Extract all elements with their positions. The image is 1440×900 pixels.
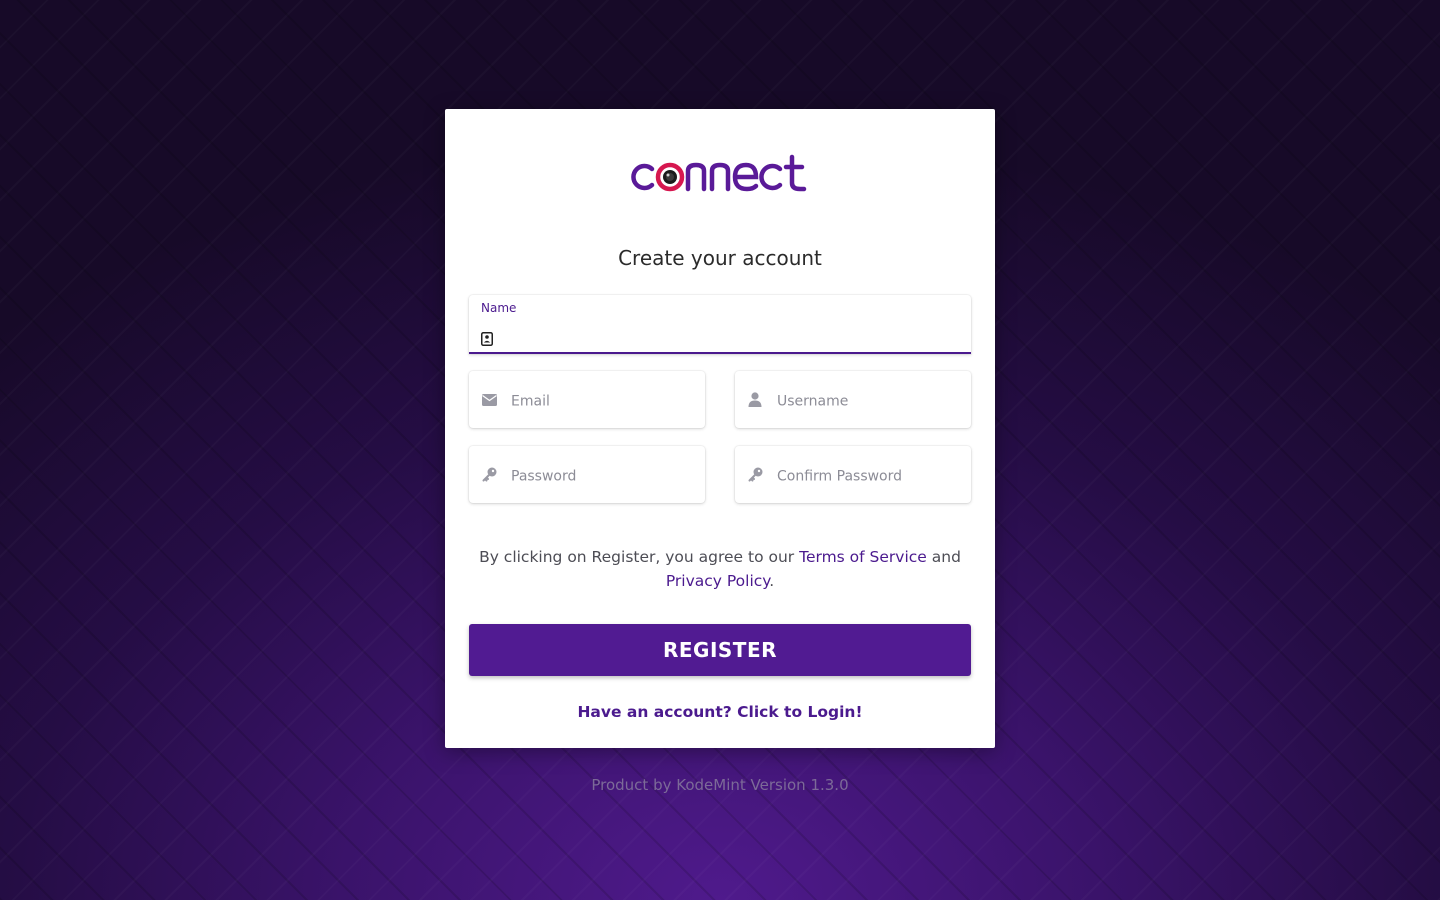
confirm-password-field[interactable]: Confirm Password xyxy=(735,446,971,503)
key-icon xyxy=(481,467,497,483)
footer-version-text: Product by KodeMint Version 1.3.0 xyxy=(591,776,849,794)
envelope-icon xyxy=(481,392,497,408)
privacy-policy-link[interactable]: Privacy Policy xyxy=(666,572,769,590)
contact-card-icon xyxy=(479,331,495,347)
name-field-label: Name xyxy=(481,301,517,315)
login-link[interactable]: Have an account? Click to Login! xyxy=(445,703,995,721)
register-card: Create your account Name Email Username … xyxy=(445,109,995,748)
key-icon xyxy=(747,467,763,483)
password-placeholder: Password xyxy=(511,468,577,485)
register-button[interactable]: REGISTER xyxy=(469,624,971,676)
email-field[interactable]: Email xyxy=(469,371,705,428)
name-field[interactable]: Name xyxy=(469,295,971,354)
email-placeholder: Email xyxy=(511,393,550,410)
username-placeholder: Username xyxy=(777,393,849,410)
page-title: Create your account xyxy=(618,246,822,270)
agreement-suffix: . xyxy=(769,572,775,590)
username-field[interactable]: Username xyxy=(735,371,971,428)
agreement-text: By clicking on Register, you agree to ou… xyxy=(475,545,965,593)
connect-logo xyxy=(631,154,807,192)
user-icon xyxy=(747,392,763,408)
password-field[interactable]: Password xyxy=(469,446,705,503)
terms-of-service-link[interactable]: Terms of Service xyxy=(799,548,927,566)
confirm-password-placeholder: Confirm Password xyxy=(777,468,903,485)
agreement-prefix: By clicking on Register, you agree to ou… xyxy=(479,548,800,566)
agreement-middle: and xyxy=(926,548,961,566)
logo xyxy=(445,149,995,199)
